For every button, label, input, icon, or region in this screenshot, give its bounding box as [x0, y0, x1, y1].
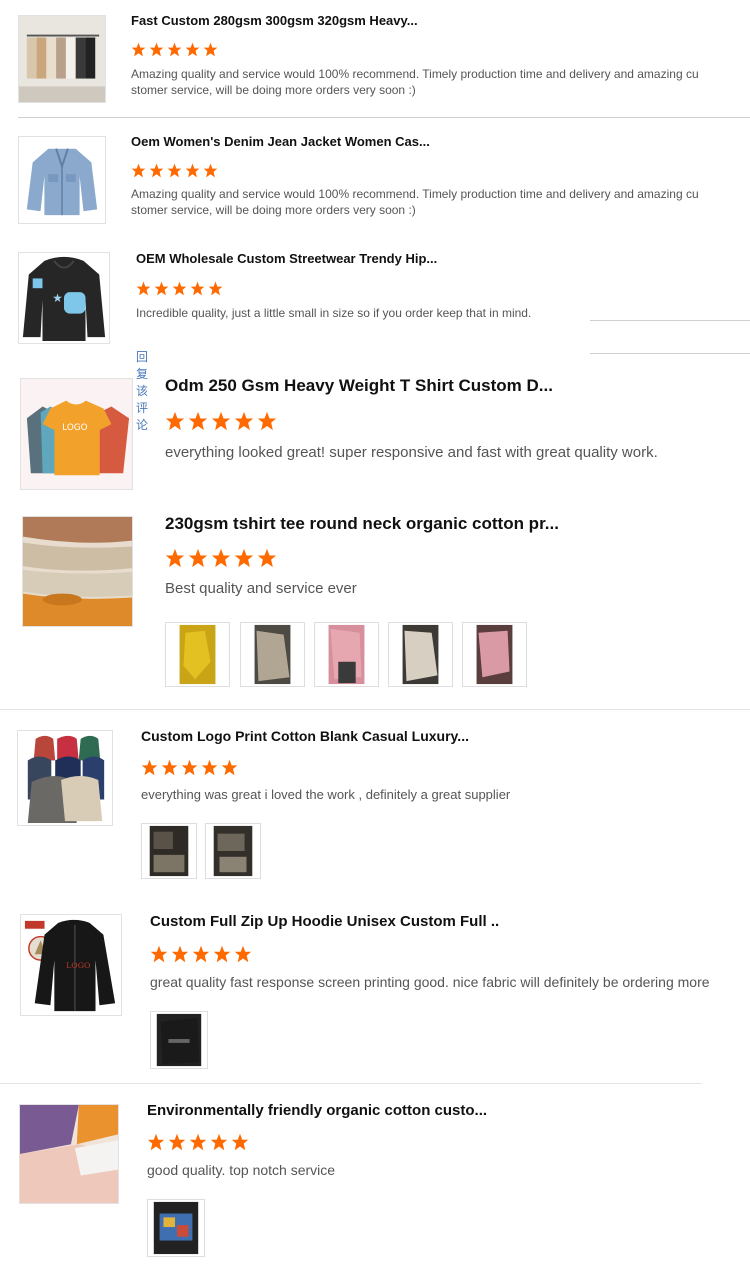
divider — [0, 709, 750, 710]
star-rating — [131, 163, 218, 178]
star-icon — [172, 281, 187, 296]
product-title[interactable]: Environmentally friendly organic cotton … — [147, 1102, 487, 1119]
logo-placeholder: LOGO — [62, 423, 87, 433]
divider — [590, 353, 750, 354]
product-title[interactable]: Oem Women's Denim Jean Jacket Women Cas.… — [131, 134, 431, 149]
star-icon — [188, 548, 208, 568]
star-rating — [150, 945, 252, 963]
star-icon — [221, 759, 238, 776]
star-icon — [234, 945, 252, 963]
star-icon — [210, 1133, 228, 1151]
review-photo[interactable] — [240, 622, 305, 687]
review-photo[interactable] — [205, 823, 261, 879]
logo-placeholder: LOGO — [66, 961, 90, 970]
star-icon — [165, 411, 185, 431]
star-icon — [192, 945, 210, 963]
star-icon — [203, 42, 218, 57]
star-icon — [190, 281, 205, 296]
product-title[interactable]: Odm 250 Gsm Heavy Weight T Shirt Custom … — [165, 376, 565, 396]
star-icon — [203, 163, 218, 178]
star-icon — [141, 759, 158, 776]
star-rating — [131, 42, 218, 57]
star-icon — [231, 1133, 249, 1151]
star-icon — [257, 411, 277, 431]
product-thumbnail[interactable]: LOGO — [20, 378, 133, 490]
review-photo[interactable] — [388, 622, 453, 687]
review-photo[interactable] — [314, 622, 379, 687]
review-text: everything was great i loved the work , … — [141, 787, 511, 802]
divider — [590, 320, 750, 321]
review-text: everything looked great! super responsiv… — [165, 444, 658, 461]
svg-text:★: ★ — [52, 291, 63, 305]
star-icon — [131, 42, 146, 57]
star-rating — [141, 759, 238, 776]
product-thumbnail[interactable]: LOGO — [20, 914, 122, 1016]
star-icon — [234, 548, 254, 568]
review-text: Incredible quality, just a little small … — [136, 306, 532, 320]
review-photo[interactable] — [462, 622, 527, 687]
product-title[interactable]: Custom Logo Print Cotton Blank Casual Lu… — [141, 728, 481, 744]
star-icon — [168, 1133, 186, 1151]
star-icon — [211, 548, 231, 568]
review-photo[interactable] — [141, 823, 197, 879]
star-icon — [136, 281, 151, 296]
divider — [18, 117, 750, 118]
star-icon — [181, 759, 198, 776]
star-icon — [131, 163, 146, 178]
review-text: Amazing quality and service would 100% r… — [131, 67, 699, 98]
star-icon — [149, 163, 164, 178]
product-thumbnail[interactable]: ★ — [18, 252, 110, 344]
star-rating — [136, 281, 223, 296]
star-icon — [189, 1133, 207, 1151]
review-text: great quality fast response screen print… — [150, 974, 710, 990]
review-photo[interactable] — [165, 622, 230, 687]
review-text: good quality. top notch service — [147, 1162, 336, 1178]
product-title[interactable]: OEM Wholesale Custom Streetwear Trendy H… — [136, 251, 456, 266]
product-thumbnail[interactable] — [18, 136, 106, 224]
star-icon — [257, 548, 277, 568]
star-icon — [154, 281, 169, 296]
review-text: Amazing quality and service would 100% r… — [131, 187, 699, 218]
star-icon — [161, 759, 178, 776]
product-thumbnail[interactable] — [18, 15, 106, 103]
star-icon — [208, 281, 223, 296]
star-icon — [234, 411, 254, 431]
product-thumbnail[interactable] — [17, 730, 113, 826]
star-icon — [149, 42, 164, 57]
star-icon — [211, 411, 231, 431]
star-icon — [185, 42, 200, 57]
star-icon — [185, 163, 200, 178]
star-icon — [167, 163, 182, 178]
product-title[interactable]: Custom Full Zip Up Hoodie Unisex Custom … — [150, 913, 500, 930]
product-title[interactable]: 230gsm tshirt tee round neck organic cot… — [165, 514, 565, 534]
review-text: Best quality and service ever — [165, 580, 357, 597]
star-icon — [201, 759, 218, 776]
star-icon — [188, 411, 208, 431]
product-thumbnail[interactable] — [22, 516, 133, 627]
star-icon — [147, 1133, 165, 1151]
review-photo[interactable] — [150, 1011, 208, 1069]
product-thumbnail[interactable] — [19, 1104, 119, 1204]
star-icon — [150, 945, 168, 963]
divider — [0, 1083, 702, 1084]
star-icon — [167, 42, 182, 57]
product-title[interactable]: Fast Custom 280gsm 300gsm 320gsm Heavy..… — [131, 13, 431, 28]
star-icon — [171, 945, 189, 963]
star-rating — [165, 548, 277, 568]
reply-link[interactable]: 回复该评论 — [136, 348, 148, 433]
star-icon — [213, 945, 231, 963]
review-photo[interactable] — [147, 1199, 205, 1257]
star-rating — [165, 411, 277, 431]
star-rating — [147, 1133, 249, 1151]
star-icon — [165, 548, 185, 568]
